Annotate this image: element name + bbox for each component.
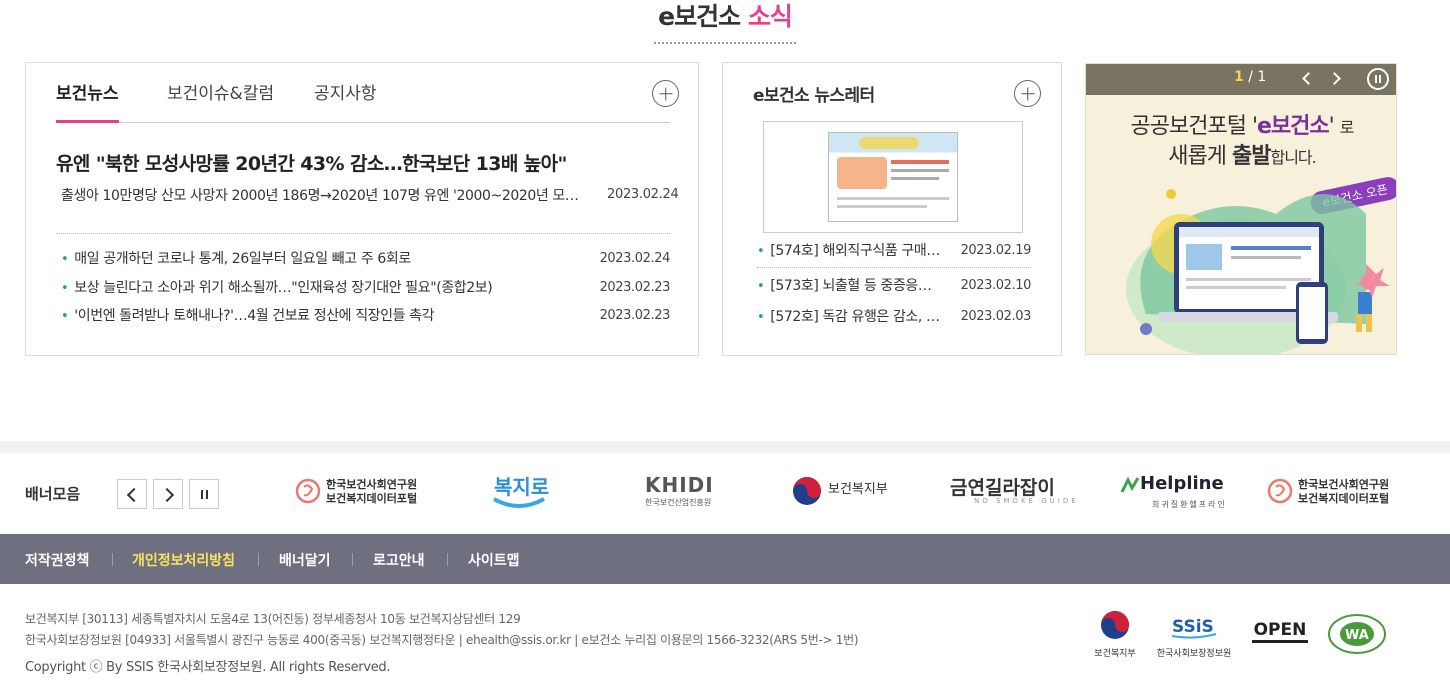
newsletter-list: •[574호] 해외직구식품 구매 시 주의사항2023.02.19 •[573… (757, 239, 1031, 336)
helpline-logo-icon (1120, 476, 1140, 493)
footer-link-banner[interactable]: 배너달기 (279, 550, 331, 570)
footer-link-copyright[interactable]: 저작권정책 (25, 550, 89, 570)
banner-prev-button[interactable] (117, 479, 147, 509)
bullet-icon: • (757, 279, 765, 294)
svg-text:SSiS: SSiS (1172, 617, 1214, 637)
ssis-logo-icon: SSiS (1171, 617, 1217, 639)
headline-summary[interactable]: 출생아 10만명당 산모 사망자 2000년 186명→2020년 107명 유… (61, 185, 581, 205)
newsletter-more-button[interactable] (1014, 80, 1041, 107)
banner-collection-label: 배너모음 (25, 485, 81, 503)
bokjiro-smile-icon (493, 497, 545, 508)
headline-title[interactable]: 유엔 "북한 모성사망률 20년간 43% 감소…한국보단 13배 높아" (56, 149, 670, 176)
kihasa-logo-icon (295, 478, 321, 504)
slide-illustration (1126, 189, 1390, 354)
newsletter-thumbnail[interactable] (763, 121, 1023, 233)
health-news-panel: 보건뉴스 보건이슈&칼럼 공지사항 유엔 "북한 모성사망률 20년간 43% … (25, 62, 699, 356)
web-accessibility-mark-icon: WA (1328, 614, 1386, 654)
list-item[interactable]: •[573호] 뇌출혈 등 중증응급질환 대응2023.02.10 (757, 274, 1031, 305)
promo-slider[interactable]: 1 / 1 공공보건포털 'e보건소' 로 새롭게 출발합니다. e보건소 오픈 (1085, 63, 1397, 355)
tab-health-issue-column[interactable]: 보건이슈&칼럼 (167, 73, 274, 123)
bullet-icon: • (757, 310, 765, 325)
footer-menu: 저작권정책 개인정보처리방침 배너달기 로고안내 사이트맵 (0, 534, 1450, 584)
bullet-icon: • (61, 309, 69, 324)
footer-separator (112, 553, 113, 566)
footer-logo-open[interactable]: OPEN (1252, 620, 1308, 643)
section-title: e보건소 소식 (0, 0, 1450, 44)
bullet-icon: • (61, 252, 69, 267)
tab-notices[interactable]: 공지사항 (314, 73, 377, 123)
newsletter-title: e보건소 뉴스레터 (753, 86, 875, 106)
footer-separator (447, 553, 448, 566)
taegeuk-icon (793, 477, 821, 505)
headline-date: 2023.02.24 (607, 187, 679, 202)
taegeuk-icon (1101, 611, 1129, 639)
banner-collection: 배너모음 한국보건사회연구원 보건복지데이터포털 복지로 KHIDI 한국보건산… (0, 453, 1450, 534)
footer-separator (352, 553, 353, 566)
newsletter-preview-image (828, 132, 958, 222)
news-divider (56, 233, 670, 234)
tab-health-news[interactable]: 보건뉴스 (56, 73, 119, 123)
footer-link-logo[interactable]: 로고안내 (373, 550, 425, 570)
news-more-button[interactable] (652, 80, 679, 107)
footer-separator (258, 553, 259, 566)
bullet-icon: • (61, 280, 69, 296)
footer-link-privacy[interactable]: 개인정보처리방침 (132, 550, 235, 570)
footer-logo-ssis[interactable]: SSiS 한국사회보장정보원 (1152, 610, 1236, 659)
news-tab-bar: 보건뉴스 보건이슈&칼럼 공지사항 (56, 73, 670, 123)
kihasa-logo-icon (1267, 478, 1293, 504)
list-item[interactable]: •[574호] 해외직구식품 구매 시 주의사항2023.02.19 (757, 239, 1031, 268)
news-list: • 매일 공개하던 코로나 통계, 26일부터 일요일 빼고 주 6회로 2023.… (61, 245, 670, 331)
section-heading: e보건소 소식 (654, 0, 796, 44)
list-item[interactable]: • 보상 늘린다고 소아과 위기 해소될까…"인재육성 장기대안 필요"(종합2보… (61, 274, 670, 303)
list-item[interactable]: • '이번엔 돌려받나 토해내나?'…4월 건보료 정산에 직장인들 촉각 2023… (61, 302, 670, 331)
footer-logo-mohw[interactable]: 보건복지부 (1092, 610, 1138, 659)
svg-text:WA: WA (1345, 628, 1369, 643)
list-item[interactable]: •[572호] 독감 유행은 감소, 겨울철 건강관리2023.02.03 (757, 305, 1031, 336)
newsletter-panel: e보건소 뉴스레터 •[574호] 해외직구식품 구매 시 주의사항2023.0… (722, 62, 1062, 356)
banner-pause-button[interactable] (189, 479, 219, 509)
footer-logo-web-accessibility[interactable]: WA (1326, 612, 1388, 660)
banner-separator (0, 441, 1450, 453)
banner-next-button[interactable] (153, 479, 183, 509)
banner-bokjiro[interactable]: 복지로 (492, 473, 552, 513)
footer-copyright: Copyright ⓒ By SSIS 한국사회보장정보원. All right… (25, 660, 391, 675)
bullet-icon: • (757, 244, 765, 259)
list-item[interactable]: • 매일 공개하던 코로나 통계, 26일부터 일요일 빼고 주 6회로 2023.… (61, 245, 670, 274)
footer-link-sitemap[interactable]: 사이트맵 (468, 550, 520, 570)
footer-address: 보건복지부 [30113] 세종특별자치시 도움4로 13(어진동) 정부세종청… (25, 612, 859, 647)
